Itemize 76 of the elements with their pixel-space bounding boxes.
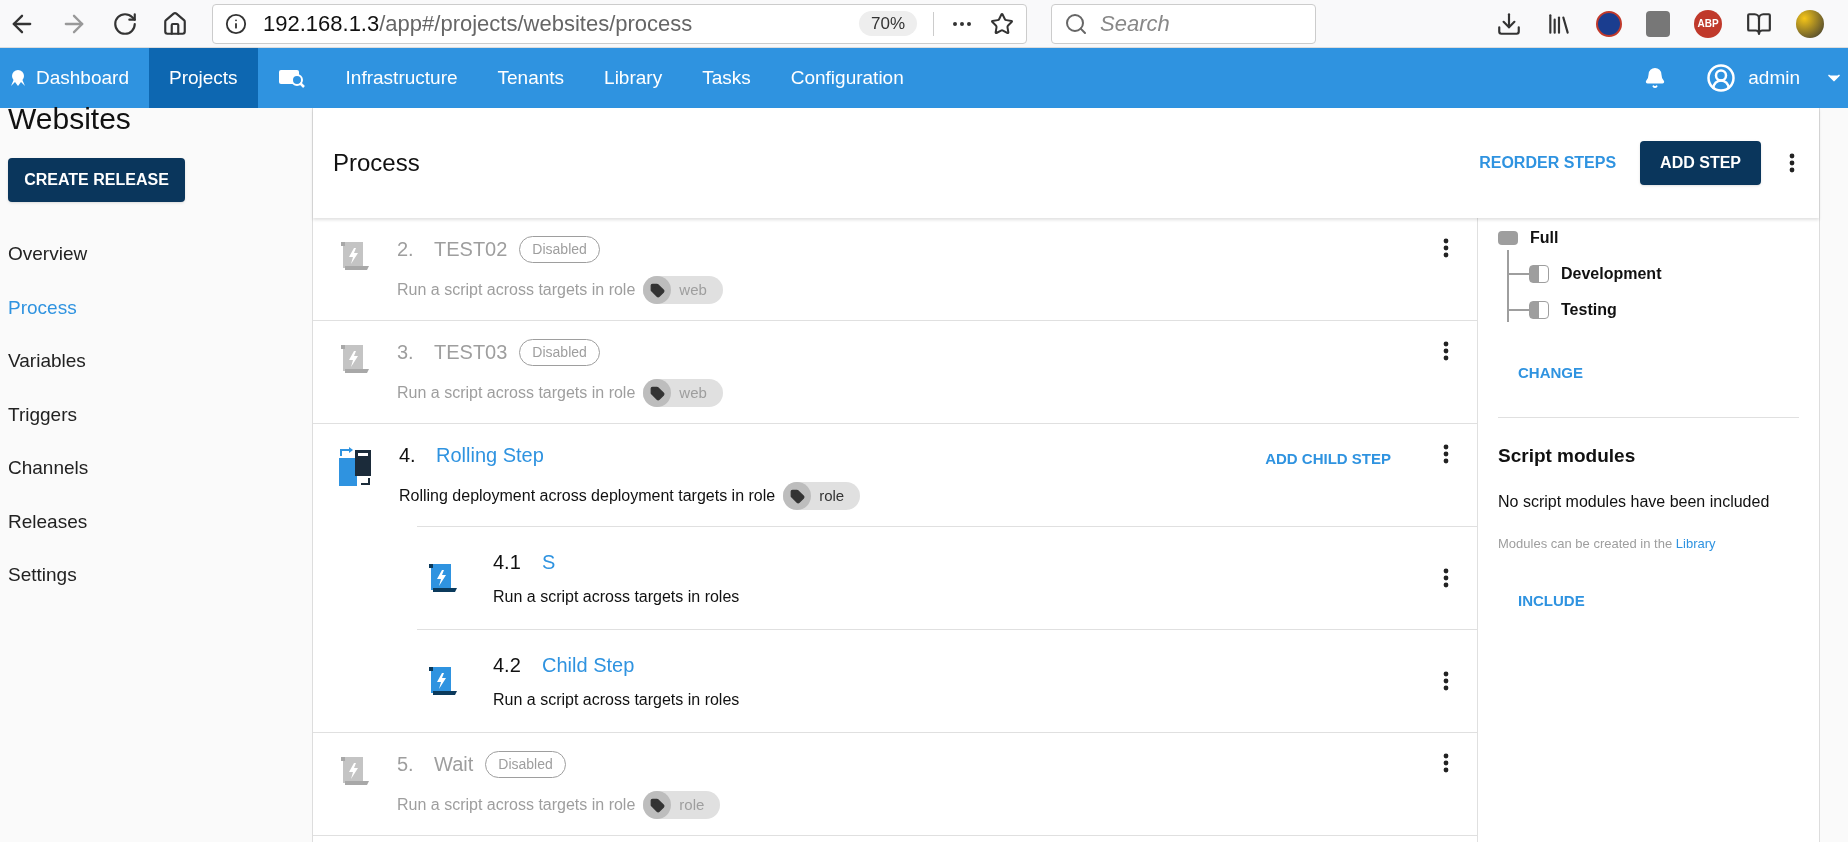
step-description: Run a script across targets in roles (493, 690, 741, 710)
role-tag: role (783, 482, 861, 510)
kebab-icon (1443, 753, 1449, 773)
step-number: 5. (397, 752, 415, 777)
step-title[interactable]: Child Step (542, 650, 635, 680)
sidebar-item[interactable]: Releases (8, 507, 312, 536)
search-input[interactable]: Search (1100, 7, 1280, 40)
step-description: Run a script across targets in role (397, 795, 636, 815)
zoom-level[interactable]: 70% (858, 10, 917, 37)
user-menu[interactable]: admin (1706, 48, 1848, 108)
tag-icon (789, 488, 805, 504)
hint-text: Modules can be created in the Library (1498, 535, 1717, 553)
kebab-icon (1443, 671, 1449, 691)
step-description: Run a script across targets in role (397, 280, 636, 300)
role-tag: web (643, 379, 723, 407)
role-tag: role (643, 791, 721, 819)
environment-name: Development (1561, 264, 1662, 284)
sidebar-item[interactable]: Process (8, 293, 312, 322)
step-title[interactable]: S (542, 547, 556, 577)
notifications-icon[interactable] (1644, 67, 1667, 89)
kebab-icon (1443, 238, 1449, 258)
kebab-icon (1443, 568, 1449, 588)
address-bar[interactable]: 192.168.1.3/app#/projects/websites/process 70% (212, 3, 1027, 44)
sidebar-item[interactable]: Variables (8, 347, 312, 376)
step-number: 4.1 (493, 550, 522, 575)
machine-search-icon (277, 67, 306, 89)
step-number: 4.2 (493, 653, 522, 678)
search-field[interactable]: Search (1051, 3, 1316, 44)
nav-item[interactable]: Configuration (770, 48, 924, 108)
library-link[interactable]: Library (1675, 536, 1716, 551)
sidebar-item[interactable]: Overview (8, 240, 312, 269)
add-child-step-button[interactable]: ADD CHILD STEP (1265, 448, 1391, 471)
bookmark-star-icon[interactable] (990, 11, 1014, 36)
sidebar-item[interactable]: Settings (8, 561, 312, 590)
nav-item[interactable]: Tasks (682, 48, 771, 108)
tag-icon (649, 282, 665, 298)
include-button[interactable]: INCLUDE (1518, 589, 1585, 612)
environment-name: Testing (1561, 300, 1617, 320)
reader-view-icon[interactable] (1746, 10, 1772, 37)
section-heading: Script modules (1498, 443, 1637, 468)
nav-item[interactable]: Infrastructure (325, 48, 478, 108)
nav-item[interactable]: Projects (148, 48, 258, 108)
kebab-icon (1789, 153, 1795, 173)
sidebar-item[interactable]: Triggers (8, 400, 312, 429)
adblock-extension-icon[interactable]: ABP (1694, 9, 1722, 38)
empty-message: No script modules have been included (1498, 492, 1771, 512)
role-tag: web (643, 276, 723, 304)
step-number: 4. (399, 443, 417, 468)
change-button[interactable]: CHANGE (1518, 362, 1583, 385)
step-number: 2. (397, 237, 415, 262)
home-icon[interactable] (162, 10, 188, 37)
nav-item[interactable]: Library (584, 48, 683, 108)
add-step-button[interactable]: ADD STEP (1640, 141, 1761, 185)
page-title: Process (333, 148, 421, 178)
reorder-steps-button[interactable]: REORDER STEPS (1479, 151, 1617, 175)
tag-icon (649, 385, 665, 401)
download-icon[interactable] (1496, 10, 1522, 37)
search-icon (1064, 11, 1088, 36)
step-title[interactable]: Rolling Step (436, 440, 544, 470)
extension-icon[interactable] (1796, 9, 1824, 38)
avatar-icon (1706, 63, 1737, 93)
step-description: Rolling deployment across deployment targets in role (399, 486, 776, 506)
nav-item[interactable]: Tenants (477, 48, 585, 108)
lifecycle-phase-icon (1498, 231, 1518, 245)
kebab-icon (1443, 444, 1449, 464)
tag-icon (649, 797, 665, 813)
create-release-button[interactable]: CREATE RELEASE (8, 158, 185, 202)
info-icon[interactable] (225, 12, 247, 35)
reload-icon[interactable] (112, 10, 138, 37)
sidebar-item[interactable]: Channels (8, 454, 312, 483)
step-description: Run a script across targets in roles (493, 587, 741, 607)
kebab-icon (1443, 341, 1449, 361)
step-description: Run a script across targets in role (397, 383, 636, 403)
step-number: 3. (397, 340, 415, 365)
extension-icon[interactable] (1596, 10, 1622, 37)
lifecycle-name: Full (1530, 228, 1559, 248)
